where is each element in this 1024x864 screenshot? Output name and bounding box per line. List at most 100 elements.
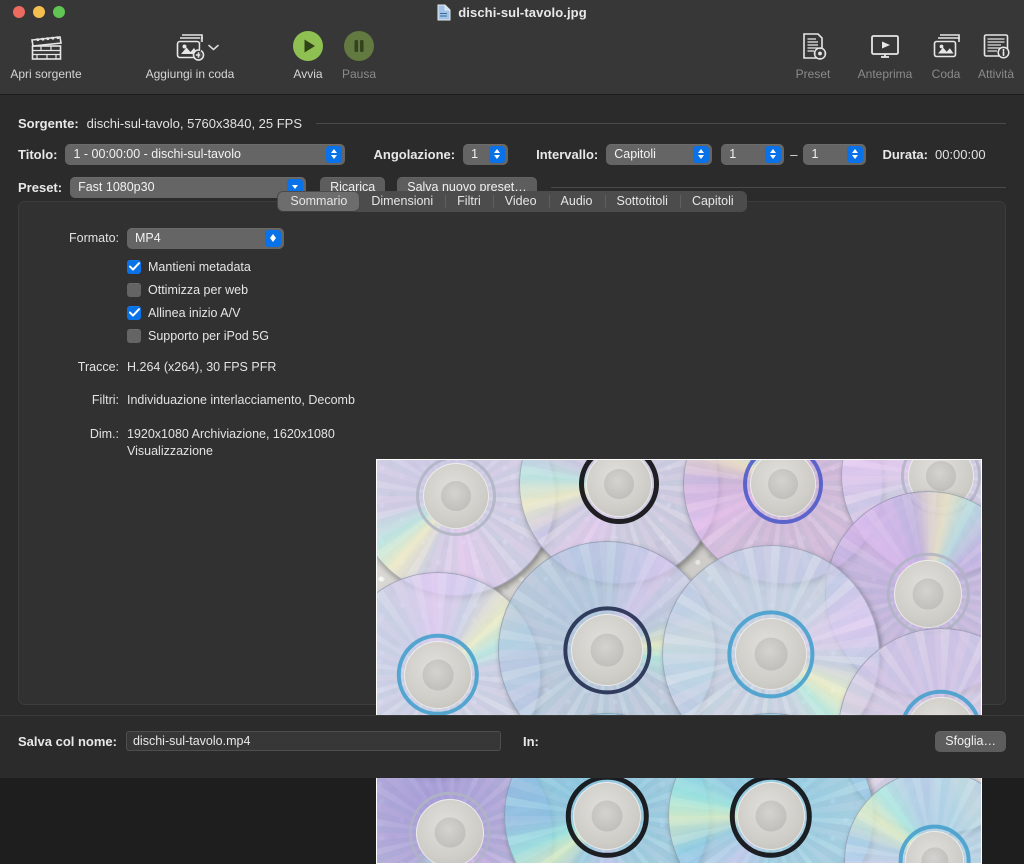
range-start-select[interactable]: 1 xyxy=(721,143,785,165)
checkbox-align-av-start[interactable]: Allinea inizio A/V xyxy=(127,301,371,324)
close-button[interactable] xyxy=(13,6,25,18)
range-start-arrows xyxy=(765,145,782,163)
save-as-input[interactable]: dischi-sul-tavolo.mp4 xyxy=(125,731,501,751)
summary-settings: Formato: MP4 Mantieni metadata Ottimizza… xyxy=(41,226,371,460)
check-icon xyxy=(128,262,140,271)
format-select-value: MP4 xyxy=(135,231,161,245)
format-select-arrows xyxy=(265,229,281,247)
filters-label: Filtri: xyxy=(91,393,119,407)
chevron-down-icon[interactable] xyxy=(200,36,224,58)
toolbar-add-to-queue[interactable]: Aggiungi in coda xyxy=(136,28,244,81)
document-icon xyxy=(437,4,451,20)
preset-divider xyxy=(550,186,1006,188)
check-icon xyxy=(128,308,140,317)
angle-label: Angolazione: xyxy=(373,146,456,162)
tracks-label: Tracce: xyxy=(77,360,119,374)
title-row: Titolo: 1 - 00:00:00 - dischi-sul-tavolo… xyxy=(0,143,1024,165)
source-divider xyxy=(316,122,1006,124)
range-label: Intervallo: xyxy=(536,146,599,162)
format-label: Formato: xyxy=(68,230,119,245)
range-type-select[interactable]: Capitoli xyxy=(606,143,713,165)
tabstrip: Sommario Dimensioni Filtri Video Audio S… xyxy=(277,190,747,212)
preview-thumbnail[interactable] xyxy=(376,459,982,864)
toolbar-start[interactable]: Avvia xyxy=(282,28,334,81)
source-label: Sorgente: xyxy=(18,115,79,131)
toolbar-pause-label: Pausa xyxy=(341,67,377,81)
window-title-text: dischi-sul-tavolo.jpg xyxy=(458,4,587,20)
dimensions-label: Dim.: xyxy=(89,427,119,441)
settings-tabbar: Sommario Dimensioni Filtri Video Audio S… xyxy=(0,190,1024,212)
toolbar-activity[interactable]: Attività xyxy=(968,28,1024,81)
destination-row: Salva col nome: dischi-sul-tavolo.mp4 In… xyxy=(0,730,1024,752)
tab-audio[interactable]: Audio xyxy=(548,192,605,211)
source-row: Sorgente: dischi-sul-tavolo, 5760x3840, … xyxy=(0,112,1024,134)
angle-select-arrows xyxy=(489,145,506,163)
duration-value: 00:00:00 xyxy=(934,146,986,162)
toolbar-queue[interactable]: Coda xyxy=(920,28,972,81)
tab-dimensioni[interactable]: Dimensioni xyxy=(359,192,445,211)
main-toolbar: Apri sorgente Aggiungi in coda Avvia Pau… xyxy=(0,24,1024,92)
handbrake-window: dischi-sul-tavolo.jpg Apri sorgente Aggi… xyxy=(0,0,1024,864)
range-end-select[interactable]: 1 xyxy=(803,143,867,165)
preview-discs xyxy=(377,460,981,863)
settings-area: Sommario Dimensioni Filtri Video Audio S… xyxy=(0,190,1024,864)
minimize-button[interactable] xyxy=(33,6,45,18)
title-select[interactable]: 1 - 00:00:00 - dischi-sul-tavolo xyxy=(65,143,346,165)
checkbox-keep-metadata[interactable]: Mantieni metadata xyxy=(127,255,371,278)
range-separator: – xyxy=(790,146,798,162)
queue-stack-icon xyxy=(929,28,963,64)
checkbox-ipod-5g-support-box[interactable] xyxy=(127,328,141,343)
checkbox-web-optimized[interactable]: Ottimizza per web xyxy=(127,278,371,301)
checkbox-web-optimized-label: Ottimizza per web xyxy=(148,282,249,297)
checkbox-ipod-5g-support[interactable]: Supporto per iPod 5G xyxy=(127,324,371,347)
preview-monitor-icon xyxy=(868,28,902,64)
toolbar-queue-label: Coda xyxy=(931,67,961,81)
checkbox-align-av-start-label: Allinea inizio A/V xyxy=(148,305,241,320)
save-as-label: Salva col nome: xyxy=(18,733,117,749)
checkbox-web-optimized-box[interactable] xyxy=(127,282,141,297)
preset-gear-icon xyxy=(797,28,829,64)
filters-value: Individuazione interlacciamento, Decomb xyxy=(127,393,355,407)
dimensions-value: 1920x1080 Archiviazione, 1620x1080 Visua… xyxy=(127,427,335,458)
range-end-arrows xyxy=(847,145,864,163)
tab-video[interactable]: Video xyxy=(492,192,549,211)
destination-bar: Salva col nome: dischi-sul-tavolo.mp4 In… xyxy=(0,715,1024,778)
tracks-row: Tracce: H.264 (x264), 30 FPS PFR xyxy=(41,359,371,376)
pause-icon xyxy=(343,28,375,64)
clapperboard-icon xyxy=(27,28,65,64)
tracks-value: H.264 (x264), 30 FPS PFR xyxy=(127,360,277,374)
tab-capitoli[interactable]: Capitoli xyxy=(679,192,746,211)
toolbar-presets[interactable]: Preset xyxy=(786,28,840,81)
zoom-button[interactable] xyxy=(53,6,65,18)
tab-filtri[interactable]: Filtri xyxy=(445,192,493,211)
dimensions-row: Dim.: 1920x1080 Archiviazione, 1620x1080… xyxy=(41,426,371,460)
source-meta-area: Sorgente: dischi-sul-tavolo, 5760x3840, … xyxy=(0,95,1024,198)
browse-button[interactable]: Sfoglia… xyxy=(935,730,1006,752)
toolbar-preview[interactable]: Anteprima xyxy=(846,28,924,81)
format-options: Mantieni metadata Ottimizza per web Alli… xyxy=(127,255,371,347)
checkbox-keep-metadata-box[interactable] xyxy=(127,259,141,274)
tab-sommario[interactable]: Sommario xyxy=(278,191,360,211)
toolbar-preview-label: Anteprima xyxy=(857,67,913,81)
toolbar-open-source[interactable]: Apri sorgente xyxy=(0,28,92,81)
duration-label: Durata: xyxy=(882,146,928,162)
title-label: Titolo: xyxy=(18,146,58,162)
window-titlebar: dischi-sul-tavolo.jpg Apri sorgente Aggi… xyxy=(0,0,1024,95)
source-value: dischi-sul-tavolo, 5760x3840, 25 FPS xyxy=(86,115,303,131)
checkbox-ipod-5g-support-label: Supporto per iPod 5G xyxy=(148,328,269,343)
title-select-arrows xyxy=(326,145,343,163)
toolbar-add-to-queue-label: Aggiungi in coda xyxy=(145,67,235,81)
activity-log-icon xyxy=(980,28,1012,64)
angle-select[interactable]: 1 xyxy=(463,143,509,165)
tab-sottotitoli[interactable]: Sottotitoli xyxy=(604,192,680,211)
play-icon xyxy=(292,28,324,64)
toolbar-pause: Pausa xyxy=(333,28,385,81)
checkbox-keep-metadata-label: Mantieni metadata xyxy=(148,259,251,274)
format-select[interactable]: MP4 xyxy=(127,227,284,249)
range-type-arrows xyxy=(693,145,710,163)
toolbar-activity-label: Attività xyxy=(977,67,1014,81)
toolbar-start-label: Avvia xyxy=(293,67,323,81)
toolbar-open-source-label: Apri sorgente xyxy=(10,67,82,81)
checkbox-align-av-start-box[interactable] xyxy=(127,305,141,320)
filters-row: Filtri: Individuazione interlacciamento,… xyxy=(41,392,371,409)
